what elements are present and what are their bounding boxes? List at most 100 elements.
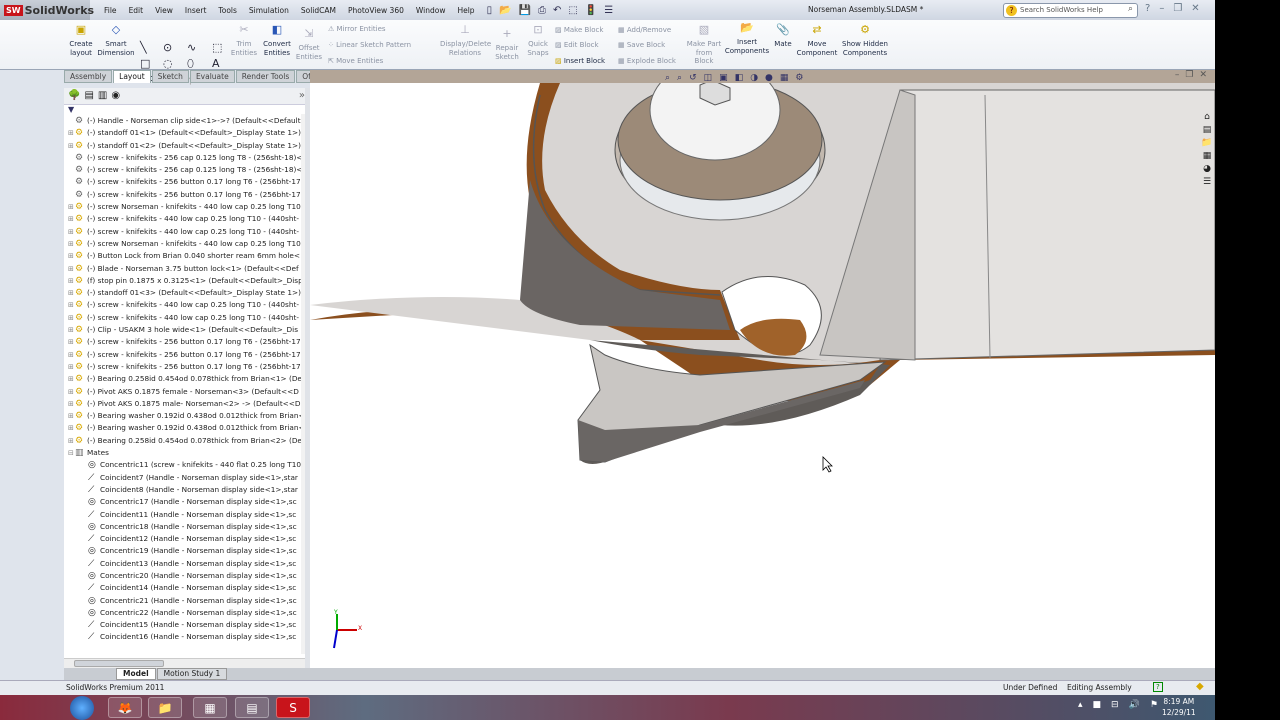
rebuild-icon[interactable]: 🚦 [585, 5, 597, 16]
tree-item-mate[interactable]: ◎ Concentric21 (Handle - Norseman display… [64, 595, 309, 607]
viewport-close-icon[interactable]: ✕ [1199, 70, 1207, 80]
filter-icon[interactable]: ▼ [64, 105, 309, 115]
tree-item-component[interactable]: ⊞⚙ (-) Button Lock from Brian 0.040 short… [64, 250, 309, 262]
minimize-icon[interactable]: – [1159, 3, 1164, 14]
expand-toggle-icon[interactable]: ⊞ [68, 336, 75, 348]
expand-toggle-icon[interactable]: ⊞ [68, 213, 75, 225]
tree-item-component[interactable]: ⚙ (-) screw - knifekits - 256 button 0.17… [64, 176, 309, 188]
expand-toggle-icon[interactable]: ⊞ [68, 250, 75, 262]
expand-toggle-icon[interactable]: ⊞ [68, 398, 75, 410]
tree-item-component[interactable]: ⚙ (-) screw - knifekits - 256 button 0.17… [64, 189, 309, 201]
move-entities-button[interactable]: ⇱ Move Entities [328, 57, 383, 65]
start-button[interactable] [70, 696, 94, 720]
volume-icon[interactable]: 🔊 [1129, 700, 1140, 710]
trim-entities-button[interactable]: ✂ Trim Entities [228, 24, 260, 57]
menu-item-view[interactable]: View [149, 6, 179, 15]
explode-block-button[interactable]: ▦ Explode Block [618, 57, 676, 65]
expand-toggle-icon[interactable]: ⊞ [68, 127, 75, 139]
expand-toggle-icon[interactable]: ⊞ [68, 238, 75, 250]
custom-properties-icon[interactable]: ☰ [1203, 177, 1211, 187]
smart-dimension-button[interactable]: ◇ Smart Dimension [97, 24, 135, 57]
tab-render-tools[interactable]: Render Tools [235, 70, 296, 83]
insert-block-button[interactable]: ▨ Insert Block [555, 57, 605, 65]
configuration-tab-icon[interactable]: ▥ [98, 90, 107, 102]
tree-item-mate[interactable]: ⟋ Coincident13 (Handle - Norseman display… [64, 558, 309, 570]
text-icon[interactable]: A [212, 57, 220, 70]
add-remove-button[interactable]: ▦ Add/Remove [618, 26, 671, 34]
tree-item-component[interactable]: ⊞⚙ (-) screw Norseman - knifekits - 440 l… [64, 201, 309, 213]
quick-snaps-button[interactable]: ⊡ Quick Snaps [525, 24, 551, 57]
tree-item-component[interactable]: ⊞⚙ (-) screw - knifekits - 256 button 0.1… [64, 361, 309, 373]
expand-toggle-icon[interactable]: ⊞ [68, 299, 75, 311]
expand-toggle-icon[interactable]: ⊞ [68, 361, 75, 373]
expand-toggle-icon[interactable]: ⊞ [68, 386, 75, 398]
app-tray-icon[interactable]: ■ [1093, 700, 1102, 710]
notepad-taskbar-button[interactable]: ▤ [235, 697, 269, 718]
tree-item-mate[interactable]: ◎ Concentric19 (Handle - Norseman display… [64, 545, 309, 557]
tree-item-component[interactable]: ⚙ (-) Handle - Norseman clip side<1>->? (… [64, 115, 309, 127]
menu-item-edit[interactable]: Edit [123, 6, 150, 15]
tree-item-component[interactable]: ⊞⚙ (-) standoff 01<3> (Default<<Default>_… [64, 287, 309, 299]
expand-toggle-icon[interactable]: ⊞ [68, 275, 75, 287]
tree-item-component[interactable]: ⊞⚙ (-) screw - knifekits - 440 low cap 0.… [64, 312, 309, 324]
tree-item-mate[interactable]: ⟋ Coincident15 (Handle - Norseman display… [64, 619, 309, 631]
design-library-icon[interactable]: ▤ [1203, 125, 1212, 135]
save-block-button[interactable]: ▦ Save Block [618, 41, 665, 49]
tab-assembly[interactable]: Assembly [64, 70, 113, 83]
tab-sketch[interactable]: Sketch [151, 70, 189, 83]
show-hidden-icons[interactable]: ▴ [1078, 700, 1083, 710]
tab-evaluate[interactable]: Evaluate [189, 70, 235, 83]
help-search-input[interactable]: ? Search SolidWorks Help ⌕ [1003, 3, 1138, 18]
tree-item-mate[interactable]: ⟋ Coincident16 (Handle - Norseman display… [64, 631, 309, 643]
tree-item-component[interactable]: ⊞⚙ (-) Bearing 0.258id 0.454od 0.078thick… [64, 373, 309, 385]
tree-item-component[interactable]: ⚙ (-) screw - knifekits - 256 cap 0.125 l… [64, 164, 309, 176]
search-icon[interactable]: ⌕ [1128, 4, 1133, 14]
scene-icon[interactable]: ▦ [780, 73, 789, 83]
expand-toggle-icon[interactable]: ⊞ [68, 312, 75, 324]
tree-item-mate[interactable]: ⟋ Coincident11 (Handle - Norseman display… [64, 509, 309, 521]
tree-item-component[interactable]: ⊞⚙ (-) screw Norseman - knifekits - 440 l… [64, 238, 309, 250]
move-component-button[interactable]: ⇄ Move Component [796, 24, 838, 57]
line-icon[interactable]: ╲ [140, 41, 147, 54]
menu-item-simulation[interactable]: Simulation [243, 6, 295, 15]
menu-item-insert[interactable]: Insert [179, 6, 213, 15]
new-document-icon[interactable]: ▯ [487, 5, 493, 16]
offset-entities-button[interactable]: ⇲ Offset Entities [294, 28, 324, 61]
tree-item-component[interactable]: ⊞⚙ (-) screw - knifekits - 256 button 0.1… [64, 349, 309, 361]
edit-block-button[interactable]: ▨ Edit Block [555, 41, 599, 49]
zoom-to-fit-icon[interactable]: ⌕ [665, 73, 670, 83]
expand-toggle-icon[interactable]: ⊞ [68, 226, 75, 238]
hide-show-icon[interactable]: ◑ [750, 73, 758, 83]
tree-item-component[interactable]: ⊞⚙ (-) screw - knifekits - 440 low cap 0.… [64, 213, 309, 225]
property-manager-tab-icon[interactable]: ▤ [84, 90, 93, 102]
convert-entities-button[interactable]: ◧ Convert Entities [260, 24, 294, 57]
appearance-tab-icon[interactable]: ◉ [111, 90, 120, 102]
explorer-taskbar-button[interactable]: 📁 [148, 697, 182, 718]
solidworks-taskbar-button[interactable]: S [276, 697, 310, 718]
tab-model[interactable]: Model [116, 668, 156, 680]
circle-icon[interactable]: ⊙ [163, 41, 172, 54]
print-icon[interactable]: ⎙ [538, 5, 546, 16]
make-part-from-block-button[interactable]: ▧ Make Part from Block [686, 24, 722, 66]
firefox-taskbar-button[interactable]: 🦊 [108, 697, 142, 718]
mate-button[interactable]: 📎 Mate [772, 24, 794, 49]
clock[interactable]: 8:19 AM 12/29/11 [1162, 696, 1196, 718]
expand-toggle-icon[interactable]: ⊞ [68, 349, 75, 361]
select-icon[interactable]: ⬚ [568, 5, 577, 16]
tooltip-icon[interactable]: ◆ [1196, 681, 1204, 692]
tree-item-mate[interactable]: ◎ Concentric17 (Handle - Norseman display… [64, 496, 309, 508]
view-settings-icon[interactable]: ⚙ [795, 73, 803, 83]
spline-icon[interactable]: ∿ [187, 41, 196, 54]
expand-toggle-icon[interactable]: ⊞ [68, 410, 75, 422]
menu-item-file[interactable]: File [98, 6, 123, 15]
tab-layout[interactable]: Layout [113, 70, 151, 83]
expand-toggle-icon[interactable]: ⊞ [68, 373, 75, 385]
tree-item-component[interactable]: ⊞⚙ (-) screw - knifekits - 440 low cap 0.… [64, 226, 309, 238]
graphics-viewport[interactable]: X Y [310, 83, 1215, 668]
tree-item-component[interactable]: ⊞⚙ (-) screw - knifekits - 440 low cap 0.… [64, 299, 309, 311]
save-icon[interactable]: 💾 [519, 5, 531, 16]
expand-toggle-icon[interactable]: ⊞ [68, 324, 75, 336]
expand-toggle-icon[interactable]: ⊞ [68, 435, 75, 447]
ellipse-icon[interactable]: ⬯ [187, 57, 194, 71]
expand-toggle-icon[interactable]: ⊞ [68, 287, 75, 299]
